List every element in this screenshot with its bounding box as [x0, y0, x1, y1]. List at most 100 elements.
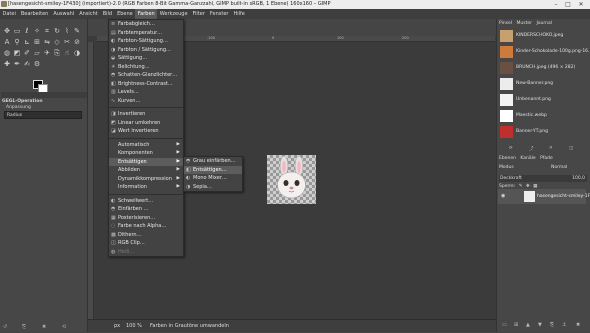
menu-datei[interactable]: Datei — [0, 9, 18, 19]
menu-item-brightness-contrast[interactable]: ◧ Brightness-Contrast… — [109, 80, 183, 89]
crop-tool-icon[interactable]: ⌗ — [43, 27, 51, 35]
menu-bearbeiten[interactable]: Bearbeiten — [18, 9, 50, 19]
tab-muster[interactable]: Muster — [517, 21, 532, 26]
tab-kanaele[interactable]: Kanäle — [520, 156, 535, 161]
document-item[interactable]: Kinder-Schokolade-100g.png-16… — [500, 45, 590, 59]
menu-item-posterisieren[interactable]: ▦ Posterisieren… — [109, 214, 183, 223]
lower-layer-icon[interactable]: ▼ — [538, 322, 542, 328]
airbrush-tool-icon[interactable]: ✈ — [43, 49, 51, 57]
menu-item-kurven[interactable]: ∿ Kurven… — [109, 97, 183, 106]
menu-item-dynamikkompression[interactable]: Dynamikkompression ▶ — [109, 175, 183, 184]
clone-tool-icon[interactable]: ⎘ — [53, 49, 61, 57]
menu-item-farbtemperatur[interactable]: ▤ Farbtemperatur… — [109, 29, 183, 38]
gradient-tool-icon[interactable]: ◩ — [13, 49, 21, 57]
smudge-tool-icon[interactable]: ☝ — [63, 49, 71, 57]
new-group-icon[interactable]: ⊞ — [514, 322, 518, 328]
refresh-icon[interactable]: ⟳ — [509, 146, 513, 151]
menu-item-entsaettigen[interactable]: Entsättigen ▶ — [109, 157, 183, 166]
zoom-tool-icon[interactable]: ⚲ — [13, 38, 21, 46]
move-tool-icon[interactable]: ✥ — [3, 27, 11, 35]
menu-item-farbton-slash-saettigung[interactable]: ◑ Farbton / Sättigung… — [109, 46, 183, 55]
zoom-select[interactable]: 100 % — [126, 320, 142, 333]
flip-tool-icon[interactable]: ⇋ — [43, 38, 51, 46]
rect-select-tool-icon[interactable]: ▭ — [13, 27, 21, 35]
menu-item-schwellwert[interactable]: ◐ Schwellwert… — [109, 197, 183, 206]
submenu-item-entsaettigen[interactable]: ◧ Entsättigen… — [184, 165, 242, 174]
menu-auswahl[interactable]: Auswahl — [51, 9, 77, 19]
menu-ansicht[interactable]: Ansicht — [77, 9, 100, 19]
menu-hilfe[interactable]: Hilfe — [231, 9, 247, 19]
eraser-tool-icon[interactable]: ▱ — [33, 49, 41, 57]
measure-tool-icon[interactable]: ⊾ — [23, 38, 31, 46]
menu-item-dithern[interactable]: ▩ Dithern… — [109, 231, 183, 240]
path-tool-icon[interactable]: ✎ — [73, 27, 81, 35]
minimize-button[interactable]: – — [551, 0, 561, 9]
maximize-button[interactable]: □ — [563, 0, 573, 9]
delete-options-icon[interactable]: ✖ — [42, 324, 46, 330]
menu-werkzeuge[interactable]: Werkzeuge — [157, 9, 190, 19]
opacity-slider[interactable]: Deckkraft 100,0 — [499, 175, 587, 182]
duplicate-layer-icon[interactable]: ⎘ — [550, 322, 554, 328]
menu-item-invertieren[interactable]: ◨ Invertieren — [109, 110, 183, 119]
raise-layer-icon[interactable]: ▲ — [526, 322, 530, 328]
rotate-tool-icon[interactable]: ↻ — [53, 27, 61, 35]
cage-tool-icon[interactable]: ◇ — [53, 38, 61, 46]
gegl-tool-icon[interactable]: ⚙ — [33, 60, 41, 68]
menu-item-farbton-saettigung[interactable]: ◐ Farbton-Sättigung… — [109, 37, 183, 46]
clean-icon[interactable]: ◫ — [569, 146, 573, 151]
document-item[interactable]: New-Banner.png — [500, 77, 586, 91]
fuzzy-select-tool-icon[interactable]: ✧ — [33, 27, 41, 35]
menu-item-belichtung[interactable]: ☀ Belichtung… — [109, 63, 183, 72]
bucket-fill-tool-icon[interactable]: ◍ — [3, 49, 11, 57]
menu-item-schatten-glanzlichter[interactable]: ◓ Schatten-Glanzlichter… — [109, 71, 183, 80]
menu-farben[interactable]: Farben — [135, 9, 158, 19]
tab-pinsel[interactable]: Pinsel — [499, 21, 512, 26]
menu-filter[interactable]: Filter — [190, 9, 207, 19]
tab-ebenen[interactable]: Ebenen — [499, 156, 516, 161]
dodge-tool-icon[interactable]: ◑ — [73, 49, 81, 57]
menu-item-automatisch[interactable]: Automatisch ▶ — [109, 141, 183, 150]
document-item[interactable]: KINDERSCHOKO.jpeg — [500, 29, 586, 43]
menu-item-levels[interactable]: ▥ Levels… — [109, 88, 183, 97]
submenu-item-grau-einfaerben[interactable]: ◓ Grau einfärben… — [184, 157, 242, 166]
eye-icon[interactable]: ◉ — [501, 193, 505, 199]
scissors-tool-icon[interactable]: ✂ — [63, 38, 71, 46]
ink-tool-icon[interactable]: ✒ — [13, 60, 21, 68]
lasso-tool-icon[interactable]: ℓ — [23, 27, 31, 35]
close-doc-icon[interactable]: ✕ — [549, 146, 553, 151]
text-tool-icon[interactable]: A — [3, 38, 11, 46]
color-picker-tool-icon[interactable]: ⊘ — [73, 38, 81, 46]
menu-item-wert-invertieren[interactable]: ◪ Wert invertieren — [109, 127, 183, 136]
menu-item-farbabgleich[interactable]: ≡ Farbabgleich… — [109, 20, 183, 29]
canvas-image[interactable] — [267, 155, 316, 204]
anchor-layer-icon[interactable]: ⚓ — [562, 322, 566, 328]
menu-item-information[interactable]: Information ▶ — [109, 183, 183, 192]
layer-name[interactable]: hasengesicht-smiley-1F4… — [537, 189, 590, 204]
document-item[interactable]: BRUNCH.jpeg (496 × 282) — [500, 61, 586, 75]
mypaint-tool-icon[interactable]: ✍ — [23, 60, 31, 68]
heal-tool-icon[interactable]: ✚ — [3, 60, 11, 68]
layer-row[interactable]: ◉ hasengesicht-smiley-1F4… — [498, 189, 590, 204]
menu-item-rgb-clip[interactable]: ◫ RGB Clip… — [109, 239, 183, 248]
submenu-item-mono-mixer[interactable]: ◐ Mono Mixer… — [184, 174, 242, 183]
restore-options-icon[interactable]: ⟲ — [62, 324, 66, 330]
unit-select[interactable]: px — [114, 320, 120, 333]
save-options-icon[interactable]: ⎘ — [22, 324, 26, 330]
tab-pfade[interactable]: Pfade — [540, 156, 553, 161]
reset-icon[interactable]: ↺ — [3, 324, 7, 330]
warp-tool-icon[interactable]: ⌇ — [63, 27, 71, 35]
new-layer-icon[interactable]: ▭ — [502, 322, 507, 328]
menu-bild[interactable]: Bild — [100, 9, 114, 19]
paintbrush-tool-icon[interactable]: ✐ — [23, 49, 31, 57]
document-item[interactable]: Maestic.webp — [500, 109, 586, 123]
menu-item-heiss[interactable]: ◍ Heiß… — [109, 248, 183, 257]
delete-layer-icon[interactable]: ✖ — [576, 322, 580, 328]
menu-item-linear-umkehren[interactable]: ◩ Linear umkehren — [109, 119, 183, 128]
close-button[interactable]: ✕ — [576, 0, 586, 9]
menu-item-farbe-nach-alpha[interactable]: ◌ Farbe nach Alpha… — [109, 222, 183, 231]
menu-ebene[interactable]: Ebene — [115, 9, 136, 19]
tab-journal[interactable]: Journal — [536, 21, 552, 26]
submenu-item-sepia[interactable]: ◑ Sepia… — [184, 183, 242, 192]
align-tool-icon[interactable]: ⊞ — [33, 38, 41, 46]
mode-select[interactable]: Normal — [551, 164, 567, 171]
